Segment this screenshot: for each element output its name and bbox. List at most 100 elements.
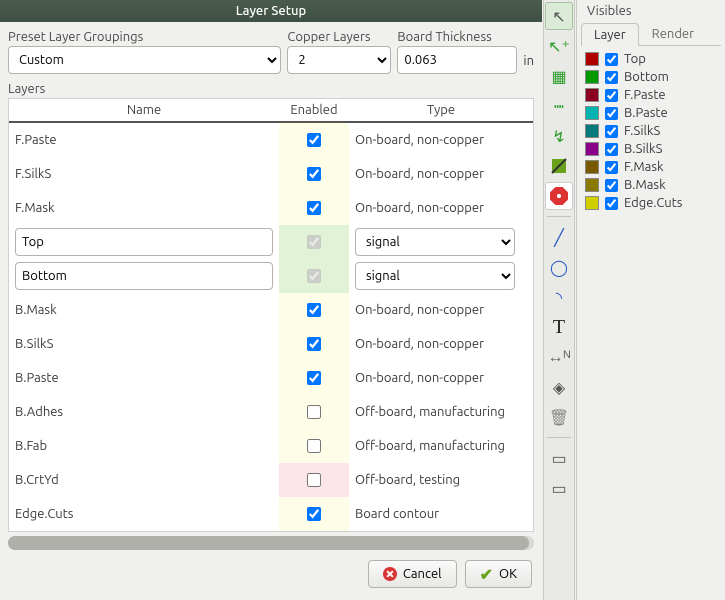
layer-name-label: Edge.Cuts xyxy=(15,507,73,521)
layer-name-input[interactable] xyxy=(15,228,273,256)
tool-b[interactable]: ▭ xyxy=(545,474,573,502)
layer-color-swatch[interactable] xyxy=(585,160,599,174)
layer-name-label: B.CrtYd xyxy=(15,473,59,487)
cancel-icon xyxy=(383,567,397,581)
visible-layer-label: Top xyxy=(624,52,646,66)
layer-enabled-checkbox[interactable] xyxy=(307,405,321,419)
header-name: Name xyxy=(9,103,279,117)
tool-stop[interactable] xyxy=(545,182,573,210)
right-toolbar: ↖ ↖⁺ ▦ ┉ ↯ ╱ ◯ ◝ T ↔ᴺ ◈ 🗑 ▭ ▭ xyxy=(543,0,575,600)
layer-name-input[interactable] xyxy=(15,262,273,290)
layer-enabled-checkbox[interactable] xyxy=(307,439,321,453)
layer-enabled-checkbox[interactable] xyxy=(307,337,321,351)
layer-name-label: B.Adhes xyxy=(15,405,63,419)
tool-cursor-add[interactable]: ↖⁺ xyxy=(545,32,573,60)
horizontal-scrollbar[interactable] xyxy=(8,536,534,550)
layer-row: B.SilkSOn-board, non-copper xyxy=(9,327,533,361)
layer-color-swatch[interactable] xyxy=(585,88,599,102)
layer-visible-checkbox[interactable] xyxy=(605,143,618,156)
copper-select[interactable]: 2 xyxy=(287,46,391,74)
thickness-input[interactable] xyxy=(397,46,517,74)
header-enabled: Enabled xyxy=(279,103,349,117)
visible-layer-label: B.Paste xyxy=(624,106,668,120)
layer-enabled-checkbox[interactable] xyxy=(307,371,321,385)
layer-enabled-checkbox[interactable] xyxy=(307,201,321,215)
layer-type-label: On-board, non-copper xyxy=(355,167,484,181)
ok-icon: ✔ xyxy=(480,565,493,584)
visible-layer-label: Bottom xyxy=(624,70,669,84)
layer-visible-checkbox[interactable] xyxy=(605,71,618,84)
ok-label: OK xyxy=(499,567,517,581)
layer-enabled-checkbox[interactable] xyxy=(307,133,321,147)
layer-type-select[interactable]: signal xyxy=(355,228,515,256)
visible-layer-item[interactable]: B.Mask xyxy=(585,178,717,192)
tool-dimension[interactable]: ↔ᴺ xyxy=(545,343,573,371)
tool-trash[interactable]: 🗑 xyxy=(545,403,573,431)
layer-row: signal xyxy=(9,225,533,259)
tool-arc[interactable]: ◝ xyxy=(545,283,573,311)
tool-circle[interactable]: ◯ xyxy=(545,253,573,281)
cancel-button[interactable]: Cancel xyxy=(368,560,457,588)
tool-dashline[interactable]: ┉ xyxy=(545,92,573,120)
visible-layer-label: B.Mask xyxy=(624,178,666,192)
layer-enabled-checkbox xyxy=(307,269,321,283)
layer-color-swatch[interactable] xyxy=(585,178,599,192)
tool-a[interactable]: ▭ xyxy=(545,444,573,472)
tool-target[interactable]: ◈ xyxy=(545,373,573,401)
visible-layer-item[interactable]: Edge.Cuts xyxy=(585,196,717,210)
layer-row: Edge.Cuts Board contour xyxy=(9,497,533,531)
layer-visible-checkbox[interactable] xyxy=(605,53,618,66)
visible-layer-item[interactable]: F.Paste xyxy=(585,88,717,102)
layer-visible-checkbox[interactable] xyxy=(605,197,618,210)
layer-name-label: F.Mask xyxy=(15,201,55,215)
layer-visible-checkbox[interactable] xyxy=(605,125,618,138)
preset-select[interactable]: Custom xyxy=(8,46,281,74)
visible-layer-item[interactable]: Bottom xyxy=(585,70,717,84)
layer-type-label: On-board, non-copper xyxy=(355,371,484,385)
visible-layer-label: F.SilkS xyxy=(624,124,660,138)
layer-color-swatch[interactable] xyxy=(585,106,599,120)
layer-type-label: Board contour xyxy=(355,507,439,521)
layer-color-swatch[interactable] xyxy=(585,124,599,138)
layer-enabled-checkbox[interactable] xyxy=(307,507,321,521)
layer-enabled-checkbox[interactable] xyxy=(307,303,321,317)
layer-type-label: Off-board, testing xyxy=(355,473,460,487)
visible-layer-item[interactable]: B.Paste xyxy=(585,106,717,120)
layer-visible-checkbox[interactable] xyxy=(605,161,618,174)
layer-color-swatch[interactable] xyxy=(585,52,599,66)
layer-visible-checkbox[interactable] xyxy=(605,107,618,120)
visible-layer-item[interactable]: B.SilkS xyxy=(585,142,717,156)
layer-row: F.PasteOn-board, non-copper xyxy=(9,123,533,157)
layer-visible-checkbox[interactable] xyxy=(605,179,618,192)
layer-type-select[interactable]: signal xyxy=(355,262,515,290)
layers-grid: Name Enabled Type F.PasteOn-board, non-c… xyxy=(8,98,534,532)
tool-route[interactable]: ↯ xyxy=(545,122,573,150)
layer-type-label: On-board, non-copper xyxy=(355,303,484,317)
tab-layer[interactable]: Layer xyxy=(581,23,639,46)
tab-render[interactable]: Render xyxy=(639,22,707,45)
visible-layer-item[interactable]: Top xyxy=(585,52,717,66)
layer-type-label: On-board, non-copper xyxy=(355,201,484,215)
tool-line[interactable]: ╱ xyxy=(545,223,573,251)
tool-cursor[interactable]: ↖ xyxy=(545,2,573,30)
layers-label: Layers xyxy=(0,78,542,96)
layer-enabled-checkbox[interactable] xyxy=(307,167,321,181)
layer-color-swatch[interactable] xyxy=(585,70,599,84)
layer-row: B.PasteOn-board, non-copper xyxy=(9,361,533,395)
visible-layer-item[interactable]: F.SilkS xyxy=(585,124,717,138)
visibles-title: Visibles xyxy=(577,0,725,22)
toolbar-separator xyxy=(547,216,571,217)
tool-grid[interactable]: ▦ xyxy=(545,62,573,90)
visibles-panel: Visibles Layer Render Top Bottom F.Paste B.… xyxy=(576,0,725,600)
visible-layer-item[interactable]: F.Mask xyxy=(585,160,717,174)
ok-button[interactable]: ✔ OK xyxy=(465,560,532,588)
tool-net[interactable] xyxy=(545,152,573,180)
layer-color-swatch[interactable] xyxy=(585,196,599,210)
layer-visible-checkbox[interactable] xyxy=(605,89,618,102)
layer-type-label: On-board, non-copper xyxy=(355,133,484,147)
layer-color-swatch[interactable] xyxy=(585,142,599,156)
layer-enabled-checkbox[interactable] xyxy=(307,473,321,487)
tool-text[interactable]: T xyxy=(545,313,573,341)
visible-layer-label: B.SilkS xyxy=(624,142,662,156)
scrollbar-thumb[interactable] xyxy=(8,536,529,550)
